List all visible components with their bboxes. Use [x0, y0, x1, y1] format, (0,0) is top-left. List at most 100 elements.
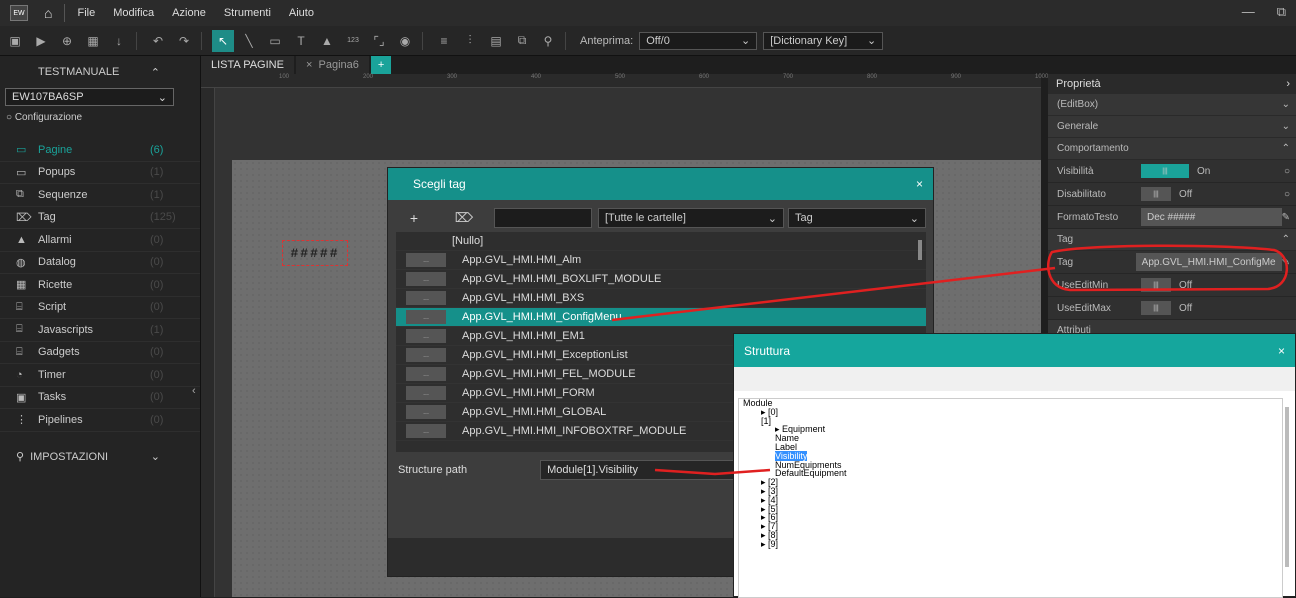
close-icon[interactable]: × [1278, 344, 1285, 358]
sidebar-item-timer[interactable]: ◔ Timer (0) [0, 364, 200, 387]
sidebar-item-tasks[interactable]: ▣ Tasks (0) [0, 387, 200, 409]
menu-aiuto[interactable]: Aiuto [289, 7, 314, 19]
tree-node[interactable]: ▸ [9] [741, 539, 1282, 549]
sidebar-item-datalog[interactable]: ◍ Datalog (0) [0, 252, 200, 274]
numeric-field-icon[interactable]: 123 [342, 37, 364, 44]
reset-icon[interactable]: ○ [1284, 166, 1290, 177]
struct-button[interactable]: ... [406, 310, 446, 324]
tree-node[interactable]: ▸ [2] [741, 478, 1282, 487]
grid-icon[interactable]: ▦ [82, 34, 104, 48]
section-behavior[interactable]: Comportamento ⌃ [1048, 138, 1296, 160]
sidebar-item-javascripts[interactable]: ⌸ Javascripts (1) [0, 319, 200, 342]
download-icon[interactable]: ↓ [108, 34, 130, 48]
redo-icon[interactable]: ↷ [173, 34, 195, 48]
object-type-select[interactable]: (EditBox) ⌄ [1048, 94, 1296, 116]
tree-node[interactable]: ▸ [6] [741, 513, 1282, 522]
preview-select[interactable]: Off/0 ⌄ [639, 31, 758, 50]
gadget-tool-icon[interactable]: ◉ [394, 34, 416, 48]
tree-node[interactable]: DefaultEquipment [741, 469, 1282, 478]
visibility-toggle[interactable]: ||| [1141, 164, 1189, 178]
restore-icon[interactable]: ⧉ [1277, 4, 1286, 20]
struct-button[interactable]: ... [406, 253, 446, 267]
struct-button[interactable]: ... [406, 272, 446, 286]
sidebar-item-allarmi[interactable]: ▲ Allarmi (0) [0, 229, 200, 252]
useeditmin-toggle[interactable]: ||| [1141, 278, 1171, 292]
menu-modifica[interactable]: Modifica [113, 7, 154, 19]
struct-button[interactable]: ... [406, 291, 446, 305]
collapse-sidebar-icon[interactable]: ‹ [192, 385, 196, 397]
expander-icon[interactable]: ▸ [761, 539, 766, 549]
list-item[interactable]: ... App.GVL_HMI.HMI_BOXLIFT_MODULE [396, 270, 926, 289]
group-icon[interactable]: ⧉ [511, 33, 533, 48]
pointer-icon[interactable]: ↖ [212, 29, 234, 52]
close-icon[interactable]: × [916, 177, 923, 191]
undo-icon[interactable]: ↶ [147, 34, 169, 48]
image-icon[interactable]: ▲ [316, 34, 338, 48]
tree-node[interactable]: Module [741, 399, 1282, 408]
menu-azione[interactable]: Azione [172, 7, 206, 19]
tab-pagina6[interactable]: × Pagina6 [295, 56, 369, 74]
frame-icon[interactable]: ⌜⌟ [368, 34, 390, 48]
tree-node[interactable]: ▸ [0] [741, 407, 1282, 417]
format-field[interactable]: Dec ##### [1141, 208, 1282, 226]
struct-button[interactable]: ... [406, 424, 446, 438]
configuration-link[interactable]: ○ Configurazione [6, 112, 200, 123]
distribute-icon[interactable]: ⫶ [459, 33, 481, 48]
tree-node[interactable]: Name [741, 434, 1282, 443]
home-icon[interactable]: ⌂ [44, 5, 52, 21]
list-scrollbar[interactable] [918, 240, 922, 260]
menu-strumenti[interactable]: Strumenti [224, 7, 271, 19]
list-item-null[interactable]: [Nullo] [396, 232, 926, 251]
dictionary-select[interactable]: [Dictionary Key] ⌄ [763, 31, 884, 50]
list-item[interactable]: ... App.GVL_HMI.HMI_ConfigMenu [396, 308, 926, 327]
tab-page-list[interactable]: LISTA PAGINE [201, 56, 294, 74]
sidebar-item-gadgets[interactable]: ⌸ Gadgets (0) [0, 342, 200, 364]
settings-section[interactable]: ⚲ IMPOSTAZIONI ⌄ [0, 442, 200, 472]
section-tag[interactable]: Tag ⌃ [1048, 229, 1296, 251]
sidebar-item-script[interactable]: ⌸ Script (0) [0, 297, 200, 319]
sidebar-item-pagine[interactable]: ▭ Pagine (6) [0, 139, 200, 162]
struct-button[interactable]: ... [406, 367, 446, 381]
sidebar-item-pipelines[interactable]: ⋮ Pipelines (0) [0, 409, 200, 432]
sidebar-item-popups[interactable]: ▭ Popups (1) [0, 162, 200, 184]
close-icon[interactable]: › [1286, 78, 1290, 90]
folder-select[interactable]: [Tutte le cartelle] ⌄ [598, 208, 784, 228]
useeditmax-toggle[interactable]: ||| [1141, 301, 1171, 315]
add-tag-button[interactable]: + [394, 210, 434, 226]
add-tab-button[interactable]: + [370, 56, 392, 74]
structure-path-field[interactable]: Module[1].Visibility [540, 460, 741, 480]
minimize-icon[interactable]: — [1242, 4, 1255, 20]
sidebar-item-ricette[interactable]: ▦ Ricette (0) [0, 274, 200, 297]
menu-file[interactable]: File [77, 7, 95, 19]
tree-node[interactable]: ▸ [7] [741, 522, 1282, 531]
list-item[interactable]: ... App.GVL_HMI.HMI_BXS [396, 289, 926, 308]
layer-icon[interactable]: ▤ [485, 34, 507, 48]
tree-node[interactable]: ▸ [8] [741, 530, 1282, 540]
line-icon[interactable]: ╲ [238, 34, 260, 48]
tag-search-input[interactable] [494, 208, 592, 228]
align-icon[interactable]: ≡ [433, 34, 455, 48]
struct-button[interactable]: ... [406, 386, 446, 400]
close-icon[interactable]: × [306, 59, 312, 71]
tree-node[interactable]: ▸ [5] [741, 504, 1282, 514]
save-icon[interactable]: ▣ [4, 34, 26, 48]
edit-icon[interactable]: ✎ [1282, 257, 1290, 268]
edit-icon[interactable]: ✎ [1282, 212, 1290, 223]
editbox-widget[interactable]: ##### [282, 240, 348, 266]
play-icon[interactable]: ▶ [30, 34, 52, 48]
rectangle-icon[interactable]: ▭ [264, 34, 286, 48]
tree-node[interactable]: Label [741, 442, 1282, 452]
tag-field[interactable]: App.GVL_HMI.HMI_ConfigMe [1135, 253, 1282, 271]
tree-scrollbar[interactable] [1285, 407, 1289, 567]
text-icon[interactable]: T [290, 34, 312, 48]
tree-node[interactable]: ▸ [4] [741, 495, 1282, 505]
section-general[interactable]: Generale ⌄ [1048, 116, 1296, 138]
sidebar-item-tag[interactable]: ⌦ Tag (125) [0, 207, 200, 229]
connect-icon[interactable]: ⊕ [56, 34, 78, 48]
tree-node[interactable]: ▸ [3] [741, 486, 1282, 496]
struct-button[interactable]: ... [406, 405, 446, 419]
pin-icon[interactable]: ⚲ [537, 34, 559, 48]
struct-button[interactable]: ... [406, 348, 446, 362]
sidebar-item-sequenze[interactable]: ⧉ Sequenze (1) [0, 184, 200, 207]
type-select[interactable]: Tag ⌄ [788, 208, 926, 228]
